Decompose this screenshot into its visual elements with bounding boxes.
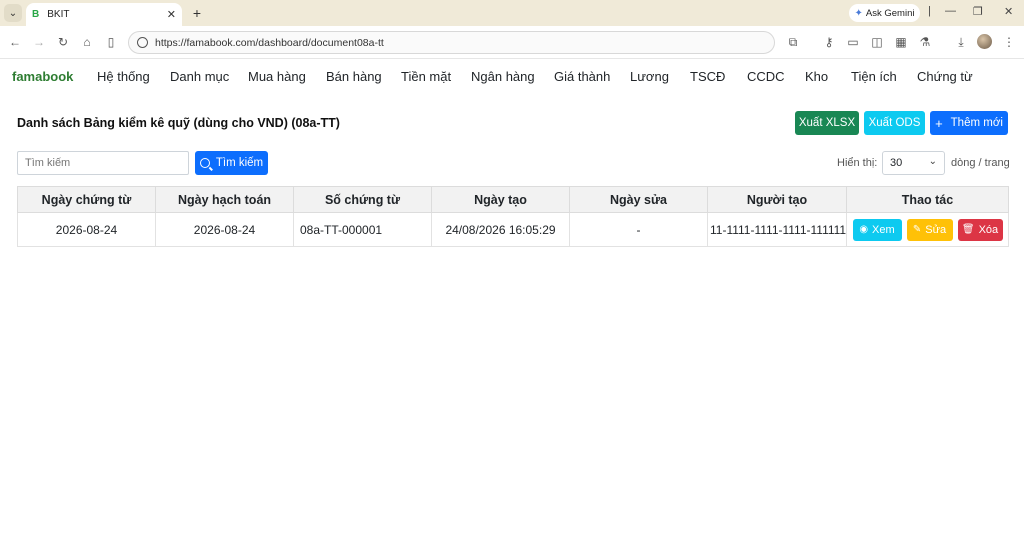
column-header-doc-date[interactable]: Ngày chứng từ <box>17 186 156 213</box>
nav-item-ban-hang[interactable]: Bán hàng <box>326 69 382 84</box>
site-info-icon[interactable] <box>137 37 148 48</box>
browser-tab[interactable]: B BKIT ✕ <box>26 3 182 26</box>
cell-doc-no: 08a-TT-000001 <box>293 212 432 247</box>
nav-item-ccdc[interactable]: CCDC <box>747 69 785 84</box>
gemini-spark-icon: ✦ <box>854 7 863 19</box>
cell-creator: 11-1111-1111-1111-111111 <box>707 212 847 247</box>
table-row[interactable]: 2026-08-24 2026-08-24 08a-TT-000001 24/0… <box>17 212 1009 247</box>
export-ods-button[interactable]: Xuất ODS <box>864 111 925 135</box>
url-text: https://famabook.com/dashboard/document0… <box>155 36 384 49</box>
address-bar[interactable]: https://famabook.com/dashboard/document0… <box>128 31 775 54</box>
window-close-icon[interactable]: ✕ <box>1004 5 1013 18</box>
column-header-modified[interactable]: Ngày sửa <box>569 186 708 213</box>
download-icon[interactable]: ⤓ <box>953 34 969 50</box>
delete-label: Xóa <box>978 223 999 236</box>
rows-per-page-label: dòng / trang <box>951 157 1010 169</box>
cell-created: 24/08/2026 16:05:29 <box>431 212 570 247</box>
tab-divider: | <box>928 5 931 17</box>
search-input[interactable] <box>17 151 189 175</box>
new-tab-button[interactable]: + <box>189 4 205 22</box>
card-icon[interactable]: ▭ <box>845 34 861 50</box>
search-button-label: Tìm kiếm <box>215 157 264 169</box>
trash-icon: 🗑 <box>961 224 975 235</box>
nav-item-tien-mat[interactable]: Tiền mặt <box>401 69 451 84</box>
forward-arrow-icon[interactable]: → <box>31 34 47 50</box>
nav-item-tien-ich[interactable]: Tiện ích <box>851 69 897 84</box>
key-icon[interactable]: ⚷ <box>821 34 837 50</box>
edit-button[interactable]: ✎ Sửa <box>906 218 953 241</box>
minimize-icon[interactable]: — <box>945 5 956 17</box>
reading-mode-icon[interactable]: ▯ <box>103 34 119 50</box>
browser-tab-bar: ⌄ B BKIT ✕ + ✦ Ask Gemini | — ❐ ✕ <box>0 0 1024 26</box>
page-size-select[interactable]: 30 ⌄ <box>882 151 945 175</box>
nav-item-mua-hang[interactable]: Mua hàng <box>248 69 306 84</box>
nav-item-chung-tu[interactable]: Chứng từ <box>917 69 973 84</box>
cell-actions: ◉ Xem ✎ Sửa 🗑 Xóa <box>846 212 1009 247</box>
restore-icon[interactable]: ❐ <box>973 5 983 18</box>
more-menu-icon[interactable]: ⋮ <box>1001 34 1017 50</box>
search-icon <box>199 158 210 168</box>
tab-title: BKIT <box>47 9 70 20</box>
ask-gemini-button[interactable]: ✦ Ask Gemini <box>849 4 920 22</box>
nav-item-ngan-hang[interactable]: Ngân hàng <box>471 69 535 84</box>
column-header-actions: Thao tác <box>846 186 1009 213</box>
delete-button[interactable]: 🗑 Xóa <box>957 218 1003 241</box>
page-size-value: 30 <box>890 157 903 169</box>
column-header-created[interactable]: Ngày tạo <box>431 186 570 213</box>
row-actions: ◉ Xem ✎ Sửa 🗑 Xóa <box>848 218 1008 241</box>
profile-avatar[interactable] <box>977 34 992 49</box>
brand-logo[interactable]: famabook <box>12 69 73 84</box>
chevron-down-icon: ⌄ <box>8 7 18 19</box>
view-button[interactable]: ◉ Xem <box>852 218 902 241</box>
pencil-icon: ✎ <box>912 224 922 235</box>
home-icon[interactable]: ⌂ <box>79 34 95 50</box>
table-header-row: Ngày chứng từ Ngày hạch toán Số chứng từ… <box>17 186 1009 213</box>
nav-item-luong[interactable]: Lương <box>630 69 669 84</box>
extensions-icon[interactable]: ⧉ <box>785 34 801 50</box>
back-arrow-icon[interactable]: ← <box>7 34 23 50</box>
calendar-icon[interactable]: ▦ <box>893 34 909 50</box>
export-xlsx-button[interactable]: Xuất XLSX <box>795 111 859 135</box>
add-new-button[interactable]: + Thêm mới <box>930 111 1008 135</box>
close-icon[interactable]: ✕ <box>167 8 176 21</box>
documents-table: Ngày chứng từ Ngày hạch toán Số chứng từ… <box>17 186 1009 247</box>
column-header-creator[interactable]: Người tạo <box>707 186 847 213</box>
eye-icon: ◉ <box>859 224 869 235</box>
ask-gemini-label: Ask Gemini <box>865 7 915 19</box>
page-size-label: Hiển thị: <box>837 157 878 169</box>
app-navbar: famabook Hệ thống Danh mục Mua hàng Bán … <box>0 59 1024 93</box>
cell-posting-date: 2026-08-24 <box>155 212 294 247</box>
edit-label: Sửa <box>925 223 947 236</box>
nav-item-gia-thanh[interactable]: Giá thành <box>554 69 610 84</box>
site-favicon-icon: B <box>32 9 40 20</box>
cell-modified: - <box>569 212 708 247</box>
column-header-posting-date[interactable]: Ngày hạch toán <box>155 186 294 213</box>
lab-icon[interactable]: ⚗ <box>917 34 933 50</box>
sidebar-icon[interactable]: ◫ <box>869 34 885 50</box>
nav-item-tscd[interactable]: TSCĐ <box>690 69 725 84</box>
view-label: Xem <box>872 223 895 236</box>
chevron-down-icon: ⌄ <box>928 156 937 167</box>
nav-item-he-thong[interactable]: Hệ thống <box>97 69 150 84</box>
browser-toolbar: ← → ↻ ⌂ ▯ https://famabook.com/dashboard… <box>0 26 1024 59</box>
plus-icon: + <box>935 115 943 131</box>
search-button[interactable]: Tìm kiếm <box>195 151 268 175</box>
tab-search-button[interactable]: ⌄ <box>4 4 22 22</box>
page-title: Danh sách Bảng kiểm kê quỹ (dùng cho VND… <box>17 116 340 130</box>
column-header-doc-no[interactable]: Số chứng từ <box>293 186 432 213</box>
nav-item-kho[interactable]: Kho <box>805 69 828 84</box>
reload-icon[interactable]: ↻ <box>55 34 71 50</box>
cell-doc-date: 2026-08-24 <box>17 212 156 247</box>
add-new-label: Thêm mới <box>950 117 1003 129</box>
nav-item-danh-muc[interactable]: Danh mục <box>170 69 229 84</box>
